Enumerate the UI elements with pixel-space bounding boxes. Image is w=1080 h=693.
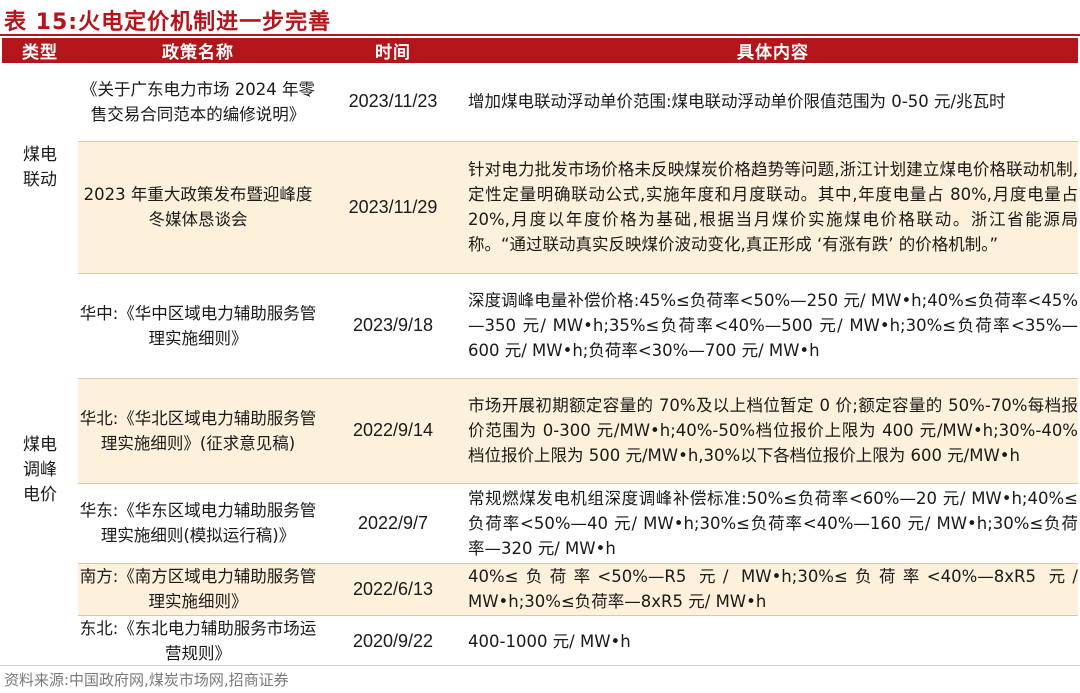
detail-cell: 增加煤电联动浮动单价范围:煤电联动浮动单价限值范围为 0-50 元/兆瓦时	[468, 63, 1078, 141]
policy-name-cell: 2023 年重大政策发布暨迎峰度冬媒体恳谈会	[78, 140, 318, 273]
table-row: 华东:《华东区域电力辅助服务管理实施细则(模拟运行稿)》 2022/9/7 常规…	[2, 482, 1078, 563]
column-header-type: 类型	[2, 38, 78, 63]
category-label: 煤电联动	[23, 145, 57, 190]
table-title: 表 15:火电定价机制进一步完善	[4, 10, 332, 35]
table-header-row: 类型 政策名称 时间 具体内容	[2, 38, 1078, 63]
detail-cell: 市场开展初期额定容量的 70%及以上档位暂定 0 价;额定容量的 50%-70%…	[468, 377, 1078, 483]
detail-cell: 40%≤负荷率<50%—R5 元/ MW•h;30%≤负荷率<40%—8xR5 …	[468, 562, 1078, 615]
table-row: 东北:《东北电力辅助服务市场运营规则》 2020/9/22 400-1000 元…	[2, 614, 1078, 667]
date-cell: 2020/9/22	[318, 614, 468, 667]
date-cell: 2022/9/7	[318, 482, 468, 563]
policy-name-cell: 华中:《华中区域电力辅助服务管理实施细则》	[78, 272, 318, 378]
date-cell: 2023/11/29	[318, 140, 468, 273]
detail-cell: 深度调峰电量补偿价格:45%≤负荷率<50%—250 元/ MW•h;40%≤负…	[468, 272, 1078, 378]
table-row: 煤电联动 《关于广东电力市场 2024 年零售交易合同范本的编修说明》 2023…	[2, 63, 1078, 273]
date-cell: 2023/9/18	[318, 272, 468, 378]
bottom-divider	[0, 665, 1080, 666]
table-row: 煤电调峰电价 华中:《华中区域电力辅助服务管理实施细则》 2023/9/18 深…	[2, 272, 1078, 667]
table-row: 2023 年重大政策发布暨迎峰度冬媒体恳谈会 2023/11/29 针对电力批发…	[2, 140, 1078, 273]
date-cell: 2022/6/13	[318, 562, 468, 615]
source-note: 资料来源:中国政府网,煤炭市场网,招商证券	[4, 671, 289, 689]
table-row: 南方:《南方区域电力辅助服务管理实施细则》 2022/6/13 40%≤负荷率<…	[2, 562, 1078, 615]
policy-table: 类型 政策名称 时间 具体内容 煤电联动 《关于广东电力市场 2024 年零售交…	[2, 38, 1078, 667]
column-header-detail: 具体内容	[468, 38, 1078, 63]
column-header-date: 时间	[318, 38, 468, 63]
detail-cell: 常规燃煤发电机组深度调峰补偿标准:50%≤负荷率<60%—20 元/ MW•h;…	[468, 482, 1078, 563]
category-cell: 煤电联动	[2, 63, 78, 273]
column-header-policy: 政策名称	[78, 38, 318, 63]
policy-name-cell: 南方:《南方区域电力辅助服务管理实施细则》	[78, 562, 318, 615]
date-cell: 2023/11/23	[318, 63, 468, 141]
category-cell: 煤电调峰电价	[2, 273, 78, 667]
detail-cell: 400-1000 元/ MW•h	[468, 614, 1078, 667]
detail-cell: 针对电力批发市场价格未反映煤炭价格趋势等问题,浙江计划建立煤电价格联动机制,定性…	[468, 140, 1078, 273]
category-label: 煤电调峰电价	[23, 434, 57, 505]
policy-name-cell: 华东:《华东区域电力辅助服务管理实施细则(模拟运行稿)》	[78, 482, 318, 563]
policy-name-cell: 《关于广东电力市场 2024 年零售交易合同范本的编修说明》	[78, 63, 318, 141]
title-bar: 表 15:火电定价机制进一步完善	[0, 0, 1080, 36]
date-cell: 2022/9/14	[318, 377, 468, 483]
policy-name-cell: 东北:《东北电力辅助服务市场运营规则》	[78, 614, 318, 667]
table-row: 华北:《华北区域电力辅助服务管理实施细则》(征求意见稿) 2022/9/14 市…	[2, 377, 1078, 483]
policy-name-cell: 华北:《华北区域电力辅助服务管理实施细则》(征求意见稿)	[78, 377, 318, 483]
